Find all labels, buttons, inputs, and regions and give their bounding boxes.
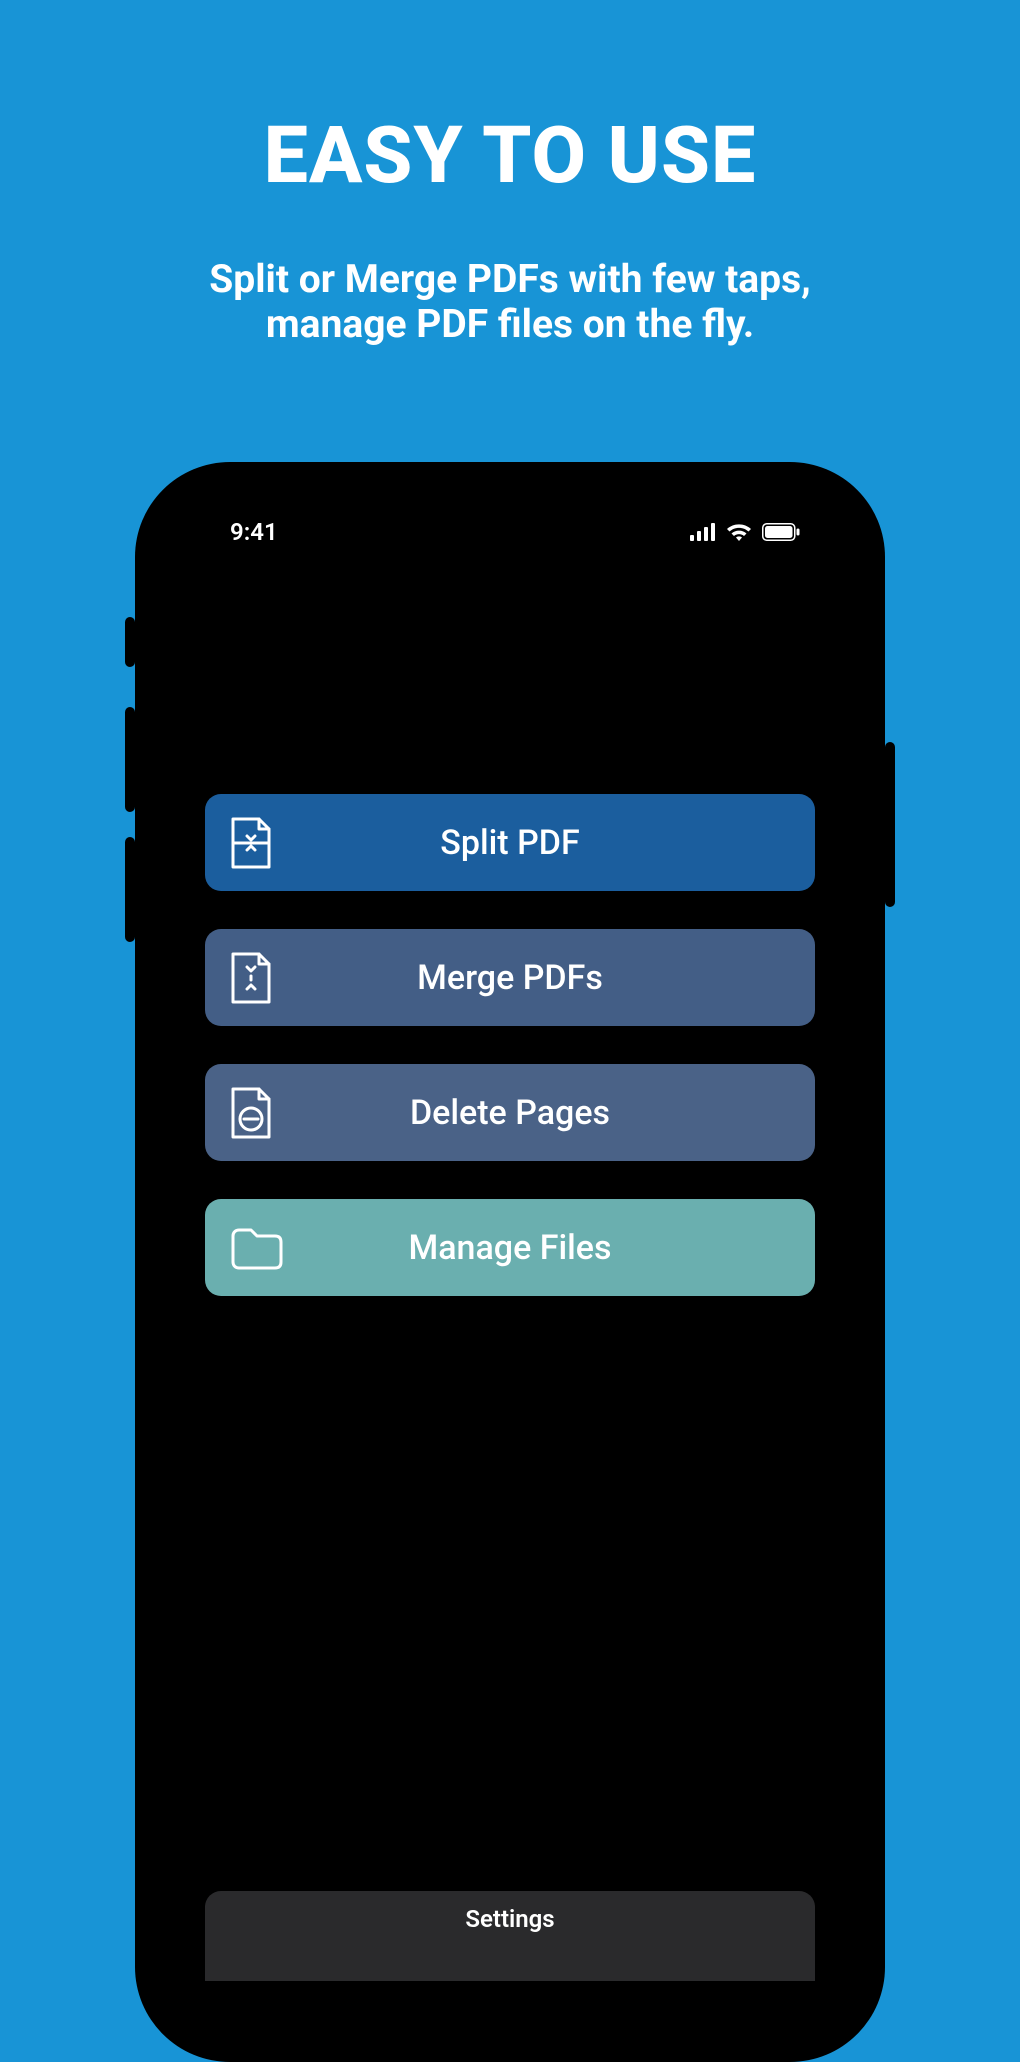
- status-bar: 9:41: [165, 512, 855, 552]
- merge-pdfs-label: Merge PDFs: [205, 958, 815, 998]
- merge-pdfs-button[interactable]: Merge PDFs: [205, 929, 815, 1026]
- wifi-icon: [726, 522, 752, 542]
- settings-label: Settings: [465, 1905, 554, 1933]
- device-screen: 9:41: [165, 482, 855, 2042]
- manage-files-button[interactable]: Manage Files: [205, 1199, 815, 1296]
- delete-pages-button[interactable]: Delete Pages: [205, 1064, 815, 1161]
- manage-files-label: Manage Files: [205, 1228, 815, 1268]
- delete-pages-label: Delete Pages: [205, 1093, 815, 1133]
- device-volume-up: [125, 707, 135, 812]
- device-volume-down: [125, 837, 135, 942]
- cellular-icon: [690, 523, 716, 541]
- split-pdf-button[interactable]: Split PDF: [205, 794, 815, 891]
- marketing-subhead-line2: manage PDF files on the fly.: [266, 301, 754, 347]
- marketing-subhead: Split or Merge PDFs with few taps, manag…: [0, 257, 1020, 347]
- device-power-button: [885, 742, 895, 907]
- status-time: 9:41: [230, 518, 278, 546]
- phone-mockup: 9:41: [135, 462, 885, 2062]
- marketing-subhead-line1: Split or Merge PDFs with few taps,: [209, 256, 810, 302]
- action-list: Split PDF Merge PDFs: [205, 794, 815, 1296]
- battery-icon: [762, 523, 800, 541]
- device-mute-switch: [125, 617, 135, 667]
- marketing-headline: EASY TO USE: [0, 110, 1020, 202]
- settings-button[interactable]: Settings: [205, 1891, 815, 1981]
- split-pdf-label: Split PDF: [205, 823, 815, 863]
- device-frame: 9:41: [135, 462, 885, 2062]
- status-indicators: [690, 522, 800, 542]
